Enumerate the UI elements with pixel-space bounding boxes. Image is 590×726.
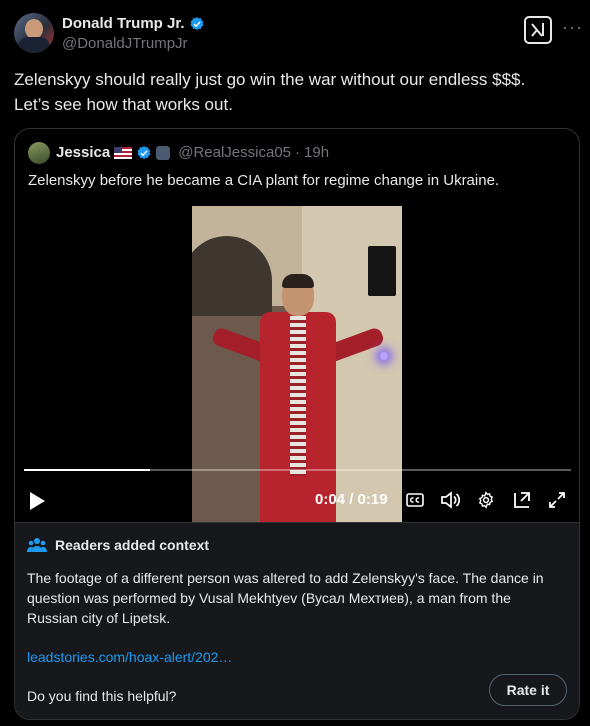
community-note: Readers added context The footage of a d… bbox=[15, 522, 579, 719]
post-text-line2: Let’s see how that works out. bbox=[14, 95, 233, 114]
volume-icon[interactable] bbox=[439, 489, 461, 511]
affiliate-badge-icon bbox=[156, 145, 171, 160]
verified-badge-icon bbox=[137, 145, 151, 159]
community-note-title: Readers added context bbox=[27, 537, 209, 553]
community-note-body: The footage of a different person was al… bbox=[27, 570, 544, 626]
verified-badge-icon bbox=[190, 16, 203, 30]
video-frame[interactable] bbox=[192, 206, 402, 522]
video-duration: 0:19 bbox=[357, 491, 388, 508]
post-text: Zelenskyy should really just go win the … bbox=[14, 67, 574, 117]
grok-glyph-icon bbox=[531, 23, 544, 37]
speaker-image bbox=[368, 246, 396, 296]
quoted-header: Jessica @RealJessica05 · 19h bbox=[56, 144, 329, 161]
author-handle[interactable]: @DonaldJTrumpJr bbox=[62, 35, 188, 52]
settings-gear-icon[interactable] bbox=[475, 489, 497, 511]
rate-it-button[interactable]: Rate it bbox=[489, 674, 567, 706]
quoted-author-avatar[interactable] bbox=[28, 142, 50, 164]
fullscreen-icon[interactable] bbox=[546, 489, 568, 511]
captions-icon[interactable] bbox=[404, 489, 426, 511]
quoted-text: Zelenskyy before he became a CIA plant f… bbox=[28, 172, 500, 189]
us-flag-icon bbox=[114, 146, 133, 159]
helpful-prompt: Do you find this helpful? bbox=[27, 688, 177, 704]
author-avatar[interactable] bbox=[14, 13, 54, 53]
author-name[interactable]: Donald Trump Jr. bbox=[62, 15, 185, 32]
video-progress-fill bbox=[24, 469, 150, 471]
author-name-row[interactable]: Donald Trump Jr. bbox=[62, 15, 205, 32]
separator-dot: · bbox=[295, 144, 301, 161]
dock-video-icon[interactable] bbox=[511, 489, 533, 511]
community-note-link[interactable]: leadstories.com/hoax-alert/202… bbox=[27, 649, 232, 665]
post-text-line1: Zelenskyy should really just go win the … bbox=[14, 70, 526, 89]
video-time: 0:04 / 0:19 bbox=[315, 491, 388, 508]
people-icon bbox=[27, 538, 47, 552]
quoted-author-handle[interactable]: @RealJessica05 bbox=[178, 144, 291, 161]
grok-icon[interactable] bbox=[524, 16, 552, 44]
quoted-author-name[interactable]: Jessica bbox=[56, 144, 110, 161]
quoted-post[interactable]: Jessica @RealJessica05 · 19h Zelenskyy b… bbox=[14, 128, 580, 720]
quoted-timestamp[interactable]: 19h bbox=[304, 144, 329, 161]
play-icon[interactable] bbox=[30, 492, 45, 510]
more-options-icon[interactable]: ··· bbox=[562, 17, 583, 38]
community-note-title-text: Readers added context bbox=[55, 537, 210, 553]
video-current-time: 0:04 bbox=[315, 491, 346, 508]
dancer-image bbox=[210, 274, 386, 522]
video-time-separator: / bbox=[349, 491, 354, 508]
